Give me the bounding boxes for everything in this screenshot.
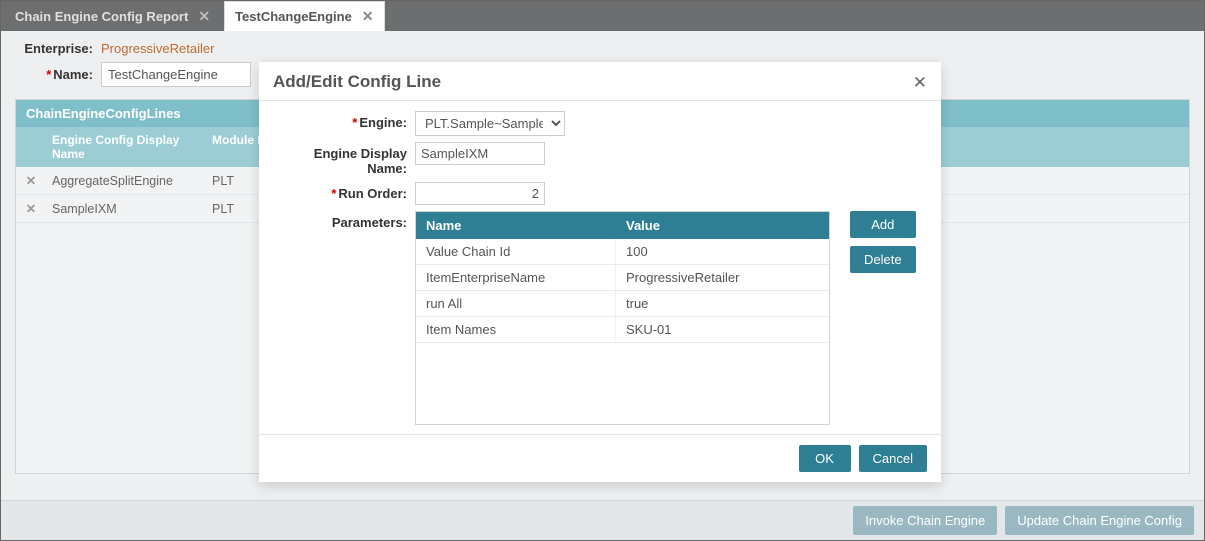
value-enterprise: ProgressiveRetailer: [101, 41, 214, 56]
param-value: 100: [616, 239, 829, 264]
close-icon[interactable]: ✕: [362, 8, 374, 25]
add-parameter-button[interactable]: Add: [850, 211, 916, 238]
tab-config-report[interactable]: Chain Engine Config Report ✕: [5, 1, 220, 31]
parameters-table: Name Value Value Chain Id 100 ItemEnterp…: [415, 211, 830, 425]
table-row[interactable]: run All true: [416, 291, 829, 317]
col-display-name[interactable]: Engine Config Display Name: [46, 127, 206, 167]
tab-bar: Chain Engine Config Report ✕ TestChangeE…: [1, 1, 1204, 31]
app-window: Chain Engine Config Report ✕ TestChangeE…: [0, 0, 1205, 541]
delete-row-icon[interactable]: ✕: [16, 167, 46, 194]
param-col-name[interactable]: Name: [416, 212, 616, 239]
table-row[interactable]: Value Chain Id 100: [416, 239, 829, 265]
parameters-actions: Add Delete: [850, 211, 916, 273]
name-input[interactable]: [101, 62, 251, 87]
close-icon[interactable]: ✕: [913, 74, 927, 91]
ok-button[interactable]: OK: [799, 445, 851, 472]
cell-display-name: SampleIXM: [46, 196, 206, 222]
table-row[interactable]: ItemEnterpriseName ProgressiveRetailer: [416, 265, 829, 291]
param-value: ProgressiveRetailer: [616, 265, 829, 290]
update-chain-engine-config-button[interactable]: Update Chain Engine Config: [1005, 506, 1194, 535]
param-col-value[interactable]: Value: [616, 212, 829, 239]
add-edit-config-line-dialog: Add/Edit Config Line ✕ *Engine: PLT.Samp…: [259, 62, 941, 482]
invoke-chain-engine-button[interactable]: Invoke Chain Engine: [853, 506, 997, 535]
close-icon[interactable]: ✕: [198, 8, 210, 25]
label-name: *Name:: [15, 67, 101, 82]
label-parameters: Parameters:: [275, 211, 415, 230]
param-name: ItemEnterpriseName: [416, 265, 616, 290]
cell-display-name: AggregateSplitEngine: [46, 168, 206, 194]
label-run-order: *Run Order:: [275, 182, 415, 201]
param-name: Item Names: [416, 317, 616, 342]
engine-select[interactable]: PLT.Sample~SampleCo: [415, 111, 565, 136]
param-value: true: [616, 291, 829, 316]
dialog-title: Add/Edit Config Line: [273, 72, 441, 92]
delete-row-icon[interactable]: ✕: [16, 195, 46, 222]
label-enterprise: Enterprise:: [15, 41, 101, 56]
parameters-area: Name Value Value Chain Id 100 ItemEnterp…: [415, 211, 916, 425]
dialog-titlebar: Add/Edit Config Line ✕: [259, 62, 941, 101]
tab-testchangeengine[interactable]: TestChangeEngine ✕: [224, 1, 385, 31]
dialog-body: *Engine: PLT.Sample~SampleCo Engine Disp…: [259, 101, 941, 434]
field-enterprise: Enterprise: ProgressiveRetailer: [15, 41, 1190, 56]
param-value: SKU-01: [616, 317, 829, 342]
run-order-input[interactable]: [415, 182, 545, 205]
delete-parameter-button[interactable]: Delete: [850, 246, 916, 273]
dialog-footer: OK Cancel: [259, 434, 941, 482]
parameters-header: Name Value: [416, 212, 829, 239]
param-name: Value Chain Id: [416, 239, 616, 264]
tab-label: Chain Engine Config Report: [15, 9, 188, 24]
cancel-button[interactable]: Cancel: [859, 445, 927, 472]
bottom-bar: Invoke Chain Engine Update Chain Engine …: [1, 500, 1204, 540]
param-name: run All: [416, 291, 616, 316]
tab-label: TestChangeEngine: [235, 9, 352, 24]
table-row[interactable]: Item Names SKU-01: [416, 317, 829, 343]
label-engine: *Engine:: [275, 111, 415, 130]
engine-display-name-input[interactable]: [415, 142, 545, 165]
label-display-name: Engine Display Name:: [275, 142, 415, 176]
